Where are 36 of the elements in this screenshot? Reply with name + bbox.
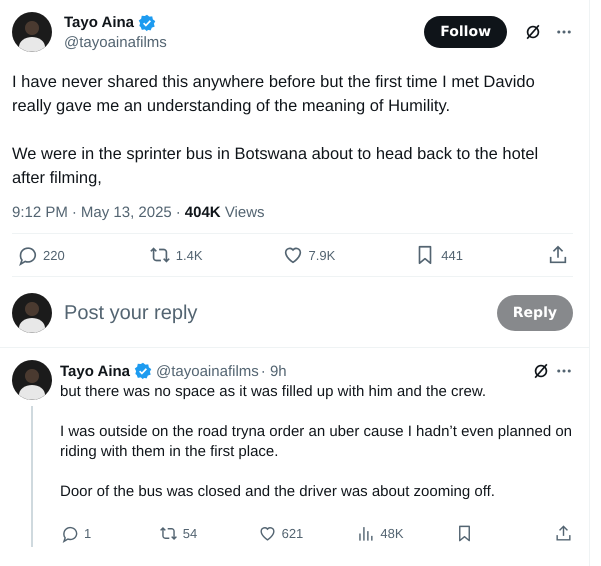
separator-dot: · <box>72 204 77 221</box>
speech-bubble-icon <box>60 524 79 543</box>
avatar[interactable] <box>12 293 52 333</box>
post-date[interactable]: May 13, 2025 <box>80 204 172 221</box>
avatar[interactable] <box>12 360 52 400</box>
share-action[interactable] <box>547 244 569 266</box>
avatar[interactable] <box>12 12 52 52</box>
author-name[interactable]: Tayo Aina <box>64 14 134 31</box>
post-age[interactable]: · 9h <box>260 362 287 380</box>
reply-text: Door of the bus was closed and the driver was about zooming off. <box>60 482 496 502</box>
repost-action[interactable]: 54 <box>158 524 219 543</box>
separator-dot: · <box>176 204 181 221</box>
views-action[interactable]: 48K <box>356 524 416 543</box>
post-time[interactable]: 9:12 PM <box>12 204 68 221</box>
reply-text: I was outside on the road tryna order an uber cause I hadn’t even planned on riding with them in the first place. <box>60 422 573 462</box>
reply-action[interactable]: 220 <box>16 244 76 266</box>
views-label: Views <box>224 204 265 221</box>
like-action[interactable]: 7.9K <box>282 244 342 266</box>
post-text: We were in the sprinter bus in Botswana about to head back to the hotel after filming, <box>12 144 540 189</box>
share-icon <box>547 244 569 266</box>
bar-chart-icon <box>356 524 376 543</box>
author-handle[interactable]: @tayoainafilms <box>64 34 412 50</box>
heart-icon <box>258 524 277 543</box>
reply-text: but there was no space as it was filled up with him and the crew. <box>60 382 488 402</box>
post-text: I have never shared this anywhere before but the first time I met Davido really gave me an understanding of the meaning of Humility. <box>12 72 536 117</box>
repost-action[interactable]: 1.4K <box>148 244 209 266</box>
views-count: 404K <box>184 204 221 221</box>
like-action[interactable]: 621 <box>258 524 318 543</box>
author-handle[interactable]: @tayoainafilms <box>156 362 259 380</box>
share-action[interactable] <box>554 524 573 543</box>
reply-action[interactable]: 1 <box>60 524 120 543</box>
follow-button[interactable]: Follow <box>424 16 507 48</box>
bookmark-action[interactable]: 441 <box>414 244 474 266</box>
author-name[interactable]: Tayo Aina <box>60 362 130 380</box>
share-icon <box>554 524 573 543</box>
repost-icon <box>158 524 178 543</box>
